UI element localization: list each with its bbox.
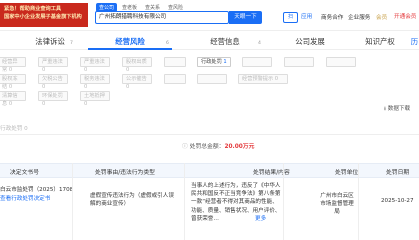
nav-enterprise[interactable]: 企业服务 [348,13,370,21]
chip-label: 土地抵押 [84,93,105,99]
filter-chip[interactable]: 清算信息 0 [0,91,26,107]
chip-label: 经营预警提示 [242,76,274,82]
data-download-button[interactable]: ⭳ 数据下载 [384,104,410,114]
chip-count: 0 [126,67,130,73]
tab-business-risk[interactable]: 经营风险 6 [80,33,180,50]
search-button[interactable]: 天眼一下 [229,11,262,24]
tab-history-label: 历 [410,37,419,46]
chip-label: 税务违法 [84,76,105,82]
column-divider [184,163,185,240]
amount-label: 处罚总金额： [189,144,225,150]
search-input[interactable]: 广州拓朗猎聘科技有限公司 [95,11,229,24]
tab-dev-label: 公司发展 [295,37,325,46]
chip-count: 0 [84,101,88,107]
chip-count: 0 [42,84,46,90]
filter-chip[interactable] [284,57,314,67]
banner-line1: 紧急！帮助商业查询工具 [4,6,62,12]
top-bar: 紧急！帮助商业查询工具 国家中小企业发展子基金旗下机构 查公司 查老板 查关系 … [0,0,419,31]
penalty-date: 2025-10-27 [381,198,414,204]
tab-history[interactable]: 历 [410,33,419,49]
penalty-unit: 广州市白云区市场监督管理局 [320,193,354,216]
tab-legal-label: 法律诉讼 [35,37,65,46]
nav-vip[interactable]: 会员 [376,13,387,21]
column-divider [283,163,284,240]
filter-chip[interactable]: 严重违法 0 [38,57,68,73]
tab-legal-count: 7 [70,41,73,46]
chip-count: 0 [274,76,279,82]
more-link[interactable]: 更多 [255,215,266,223]
col-header-result: 处罚结果/内容 [253,170,290,176]
chip-label: 股权出质 [126,59,147,65]
filter-chip[interactable]: 税务违法 0 [80,74,110,90]
chip-label: 公示催告 [126,76,147,82]
filter-chip[interactable]: 公示催告 0 [122,74,152,90]
tab-info-count: 4 [258,41,261,46]
tab-risk-label: 经营风险 [115,37,145,46]
chip-count: 0 [8,84,13,90]
filter-chip[interactable] [197,74,227,84]
filter-chip[interactable]: 股权出质 0 [122,57,152,73]
tab-development[interactable]: 公司发展 [270,33,350,49]
section-subtitle: 行政处罚 0 [0,126,28,132]
filter-chip[interactable]: 严重违法 0 [80,57,110,73]
doc-number: 白云市监处罚（2025）1708号 [0,187,72,193]
decision-doc-link[interactable]: 查看行政处罚决定书 [0,195,72,203]
chip-label: 行政处罚 [201,59,222,65]
chip-count: 0 [84,84,88,90]
scan-icon[interactable]: 扫 [283,12,298,23]
filter-chip-penalty[interactable]: 行政处罚 1 [197,57,231,67]
tab-legal[interactable]: 法律诉讼 7 [0,33,80,49]
col-header-doc: 决定文书号 [10,170,39,176]
divider [0,134,419,135]
chip-label: 严重违法 [84,59,105,65]
banner-line2: 国家中小企业发展子基金旗下机构 [4,13,82,20]
filter-chip[interactable]: 经营异常 0 [0,57,26,73]
penalty-amount-summary: ⓘ 处罚总金额：20.00万元 [182,142,270,153]
chip-count: 0 [42,67,46,73]
download-icon: ⭳ [384,106,386,112]
penalty-reason: 虚假宣传违法行为（虚假或引人误解的商业宣传） [90,193,174,208]
filter-chip[interactable] [326,57,356,67]
main-tabs: 法律诉讼 7 经营风险 6 经营信息 4 公司发展 知识产权 历 [0,33,419,50]
filter-chip[interactable]: 欠税公告 0 [38,74,68,90]
chip-label: 欠税公告 [42,76,63,82]
active-tab-indicator [88,48,172,50]
col-header-date: 处罚日期 [386,170,410,176]
chip-count: 0 [84,67,88,73]
chip-label: 环保处罚 [42,93,63,99]
chip-count: 0 [126,84,130,90]
login-link[interactable]: 开通会员 [394,12,416,20]
chip-count: 0 [42,101,46,107]
amount-value: 20.00万元 [224,144,255,150]
col-header-reason: 处罚事由/违法行为类型 [95,170,155,176]
filter-chip[interactable]: 经营预警提示 0 [238,74,288,84]
chip-label: 严重违法 [42,59,63,65]
col-header-unit: 处罚单位 [335,170,359,176]
promo-banner[interactable]: 紧急！帮助商业查询工具 国家中小企业发展子基金旗下机构 [0,3,88,27]
chip-count: 0 [8,67,13,73]
column-divider [72,163,73,240]
nav-business[interactable]: 商务合作 [321,13,343,21]
filter-chip[interactable] [164,57,186,67]
filter-chip[interactable] [242,57,272,67]
chip-count: 1 [223,59,227,65]
filter-chip[interactable]: 环保处罚 0 [38,91,68,107]
column-divider [358,163,359,240]
filter-chip[interactable]: 股权冻结 0 [0,74,26,90]
chip-count: 0 [8,101,13,107]
tab-ip-label: 知识产权 [365,37,395,46]
info-icon: ⓘ [182,144,188,150]
download-label: 数据下载 [387,106,411,112]
tab-ip[interactable]: 知识产权 [350,33,410,49]
penalty-result: 当事人的上述行为，违反了《中华人民共和国反不正当竞争法》第八条第一款“经营者不得… [191,183,281,222]
tab-info-label: 经营信息 [210,37,240,46]
app-menu[interactable]: 应用 [301,12,312,20]
filter-chip[interactable] [164,74,186,84]
filter-chip[interactable]: 土地抵押 0 [80,91,110,107]
tab-business-info[interactable]: 经营信息 4 [180,33,270,49]
